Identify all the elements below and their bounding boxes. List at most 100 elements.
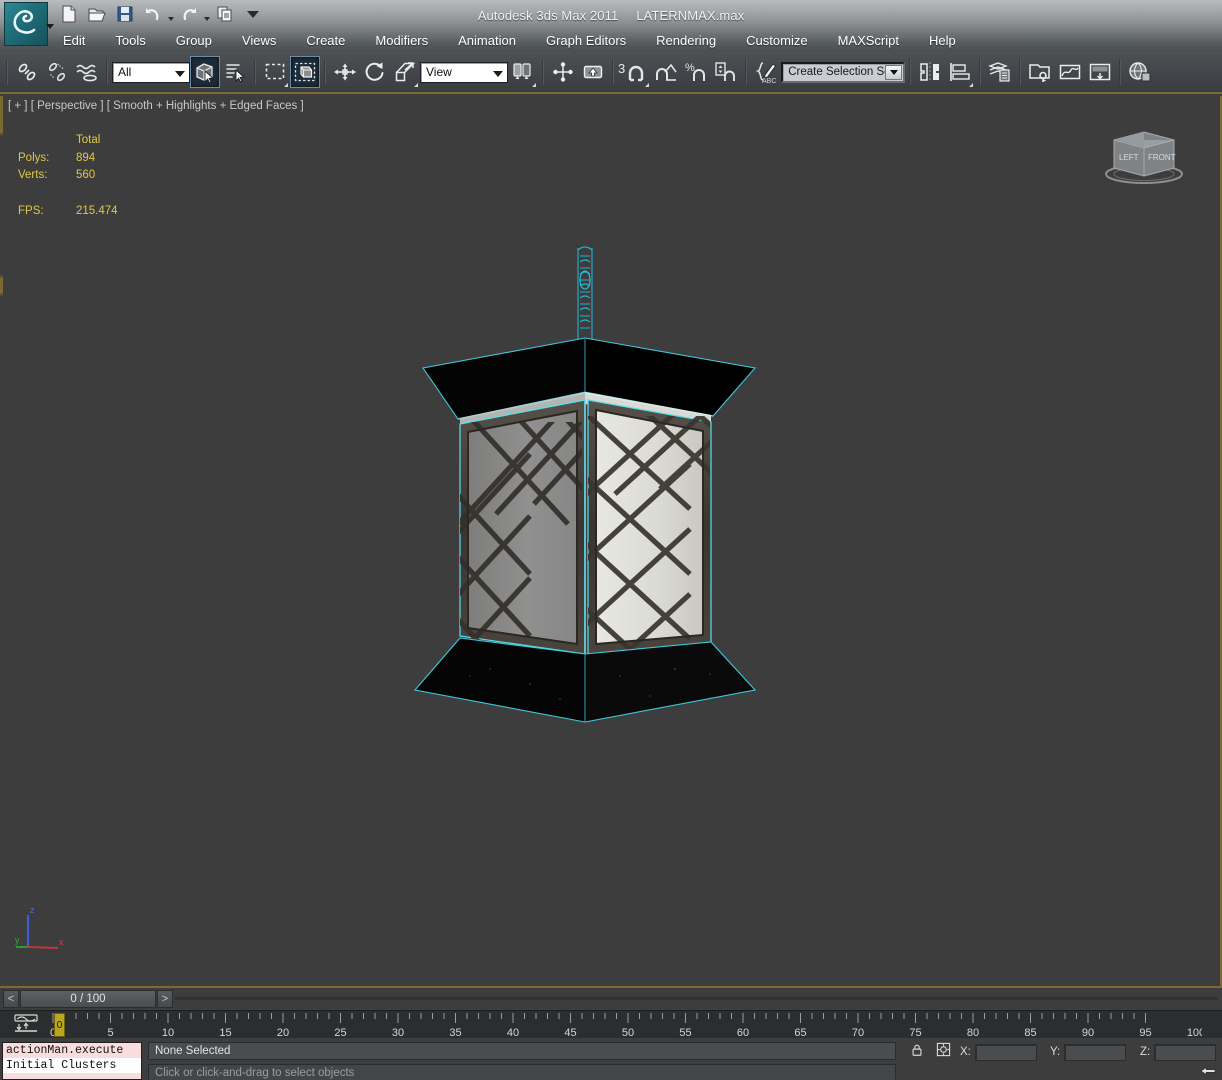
- bottom-status-area: actionMan.execute Initial Clusters None …: [0, 1038, 1222, 1080]
- select-object-button[interactable]: [190, 56, 220, 88]
- select-and-scale-button[interactable]: [390, 56, 420, 88]
- stats-polys-label: Polys:: [18, 150, 62, 168]
- mirror-button[interactable]: [548, 56, 578, 88]
- current-frame-marker[interactable]: 0: [54, 1013, 65, 1037]
- schematic-view-button[interactable]: [1055, 56, 1085, 88]
- axis-x-line: [28, 947, 58, 948]
- menu-edit[interactable]: Edit: [48, 30, 100, 52]
- stats-polys-value: 894: [62, 150, 118, 168]
- wave-space-warp-icon: [75, 60, 99, 84]
- viewport-statistics: Total Polys: 894 Verts: 560 FPS: 215.474: [18, 132, 118, 220]
- time-slider-handle[interactable]: 0 / 100: [20, 990, 156, 1008]
- viewport-navigation-controls[interactable]: [1196, 1064, 1220, 1080]
- flyout-indicator-icon: [532, 83, 536, 87]
- reference-coordinate-system-dropdown[interactable]: View: [420, 62, 508, 83]
- menu-create[interactable]: Create: [291, 30, 360, 52]
- chevron-down-icon[interactable]: [885, 65, 902, 80]
- lantern-3d-model[interactable]: [410, 244, 810, 734]
- z-coordinate-input[interactable]: [1154, 1044, 1216, 1061]
- open-mini-curve-editor-button[interactable]: [12, 1014, 40, 1036]
- selection-filter-dropdown[interactable]: All: [112, 62, 190, 83]
- angle-snap-toggle-button[interactable]: [651, 56, 681, 88]
- menu-bar: Edit Tools Group Views Create Modifiers …: [48, 30, 971, 52]
- spinner-magnet-icon: [714, 60, 738, 84]
- padlock-icon: [910, 1043, 924, 1062]
- time-slider-track[interactable]: [175, 997, 1218, 1000]
- align-button[interactable]: [578, 56, 608, 88]
- render-setup-button[interactable]: [1125, 56, 1155, 88]
- y-coordinate-input[interactable]: [1064, 1044, 1126, 1061]
- spinner-snap-toggle-button[interactable]: [711, 56, 741, 88]
- menu-tools[interactable]: Tools: [100, 30, 160, 52]
- stats-verts-value: 560: [62, 167, 118, 185]
- align-objects-button[interactable]: [945, 56, 975, 88]
- rectangular-selection-region-button[interactable]: [260, 56, 290, 88]
- toolbar-separator: [745, 59, 747, 85]
- menu-rendering[interactable]: Rendering: [641, 30, 731, 52]
- next-frame-button[interactable]: >: [157, 990, 173, 1008]
- perspective-viewport[interactable]: [ + ] [ Perspective ] [ Smooth + Highlig…: [0, 96, 1222, 988]
- mini-curve-editor-icon: [13, 1013, 39, 1038]
- menu-views[interactable]: Views: [227, 30, 291, 52]
- toolbar-separator: [1019, 59, 1021, 85]
- menu-graph-editors[interactable]: Graph Editors: [531, 30, 641, 52]
- use-pivot-point-center-button[interactable]: [508, 56, 538, 88]
- stats-spacer: [18, 132, 62, 150]
- window-crossing-toggle-button[interactable]: [290, 56, 320, 88]
- snaps-toggle-button[interactable]: [621, 56, 651, 88]
- toolbar-separator: [324, 59, 326, 85]
- angle-magnet-icon: [654, 60, 678, 84]
- x-coordinate-input[interactable]: [975, 1044, 1037, 1061]
- absolute-relative-transform-toggle[interactable]: [932, 1043, 954, 1061]
- percent-snap-toggle-button[interactable]: %: [681, 56, 711, 88]
- select-by-name-button[interactable]: [220, 56, 250, 88]
- axis-tripod-gizmo: z x y: [14, 901, 74, 956]
- selection-lock-toggle[interactable]: [906, 1043, 928, 1061]
- toolbar-separator: [612, 59, 614, 85]
- main-toolbar: All: [0, 52, 1222, 94]
- selection-filter-value: All: [118, 65, 131, 79]
- viewcube[interactable]: LEFT FRONT: [1096, 118, 1192, 190]
- select-and-rotate-button[interactable]: [360, 56, 390, 88]
- coordinate-system-value: View: [426, 65, 452, 79]
- menu-group[interactable]: Group: [161, 30, 227, 52]
- link-chain-icon: [15, 60, 39, 84]
- bind-to-space-warp-button[interactable]: [72, 56, 102, 88]
- select-and-move-button[interactable]: [330, 56, 360, 88]
- y-coordinate-group: Y:: [1050, 1043, 1126, 1061]
- curve-editor-button[interactable]: [1025, 56, 1055, 88]
- svg-text:%: %: [685, 62, 695, 74]
- previous-frame-button[interactable]: <: [3, 990, 19, 1008]
- menu-help[interactable]: Help: [914, 30, 971, 52]
- track-bar-ruler[interactable]: 0 5 10 15 20 25 30 35 40 45 50 55 60 65 …: [48, 1011, 1202, 1039]
- pivot-point-icon: [511, 60, 535, 84]
- align-objects-icon: [948, 60, 972, 84]
- track-bar[interactable]: 0 5 10 15 20 25 30 35 40 45 50 55 60 65 …: [0, 1010, 1222, 1038]
- named-selection-sets-button[interactable]: ABC: [751, 56, 781, 88]
- dashed-rectangle-icon: [263, 60, 287, 84]
- toolbar-separator: [1119, 59, 1121, 85]
- viewport-left-accent: [0, 96, 3, 988]
- menu-customize[interactable]: Customize: [731, 30, 822, 52]
- select-and-link-button[interactable]: [12, 56, 42, 88]
- named-selection-set-dropdown[interactable]: Create Selection Se: [781, 62, 905, 83]
- current-frame-label: 0: [57, 1020, 63, 1031]
- flyout-indicator-icon: [284, 83, 288, 87]
- title-bar: Autodesk 3ds Max 2011LATERNMAX.max Edit …: [0, 0, 1222, 52]
- maxscript-mini-listener[interactable]: actionMan.execute Initial Clusters: [2, 1042, 142, 1080]
- menu-modifiers[interactable]: Modifiers: [360, 30, 443, 52]
- material-editor-button[interactable]: [1085, 56, 1115, 88]
- move-arrows-icon: [333, 60, 357, 84]
- viewport-label[interactable]: [ + ] [ Perspective ] [ Smooth + Highlig…: [8, 100, 304, 112]
- abc-brace-icon: ABC: [754, 60, 778, 84]
- unlink-selection-button[interactable]: [42, 56, 72, 88]
- x-coordinate-group: X:: [960, 1043, 1037, 1061]
- stats-fps-label: FPS:: [18, 185, 62, 221]
- menu-maxscript[interactable]: MAXScript: [823, 30, 914, 52]
- layer-manager-button[interactable]: [985, 56, 1015, 88]
- material-sphere-icon: [1088, 60, 1112, 84]
- application-menu-caret-icon[interactable]: [46, 24, 54, 29]
- menu-animation[interactable]: Animation: [443, 30, 531, 52]
- mirror-geometry-button[interactable]: [915, 56, 945, 88]
- pivot-point-icon: [551, 60, 575, 84]
